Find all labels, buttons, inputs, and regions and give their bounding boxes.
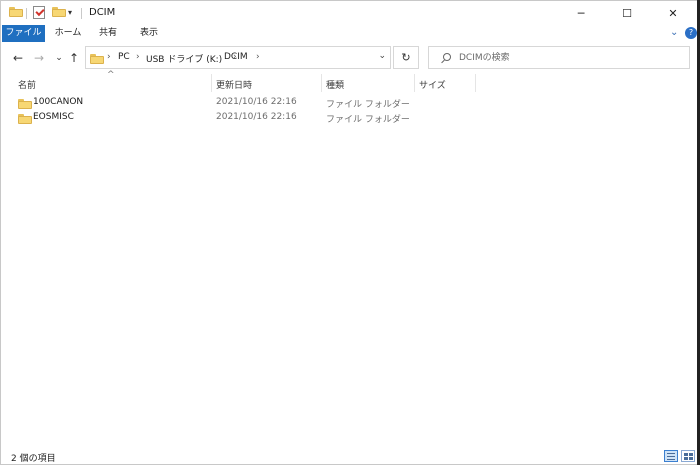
expand-ribbon-icon[interactable]: ⌄	[670, 27, 678, 38]
breadcrumb-dcim[interactable]: DCIM	[224, 52, 248, 62]
column-type[interactable]: 種類	[326, 78, 344, 91]
search-box[interactable]	[428, 46, 690, 69]
navigation-bar: ← → ⌄ ↑ › PC › USB ドライブ (K:) › DCIM › ⌄ …	[1, 46, 698, 71]
title-divider	[81, 8, 82, 19]
column-headers: ^ 名前 更新日時 種類 サイズ	[1, 70, 698, 92]
address-history-dropdown-icon[interactable]: ⌄	[378, 51, 386, 61]
title-bar[interactable]: ▾ DCIM ─ ☐ ✕	[1, 1, 698, 25]
explorer-window: ▾ DCIM ─ ☐ ✕ ファイル ホーム 共有 表示 ⌄ ? ← → ⌄ ↑ …	[0, 0, 700, 465]
up-button[interactable]: ↑	[65, 48, 83, 68]
quick-access-dropdown-icon[interactable]: ▾	[68, 8, 72, 17]
tab-home[interactable]: ホーム	[48, 25, 88, 42]
new-folder-icon[interactable]	[52, 6, 66, 17]
column-divider[interactable]	[475, 74, 476, 92]
column-name[interactable]: 名前	[18, 78, 36, 91]
tab-view[interactable]: 表示	[129, 25, 169, 42]
file-name: EOSMISC	[33, 112, 74, 122]
column-size[interactable]: サイズ	[419, 78, 446, 91]
file-name: 100CANON	[33, 97, 84, 107]
breadcrumb-separator-icon[interactable]: ›	[256, 52, 260, 62]
folder-icon	[18, 98, 32, 109]
folder-icon	[90, 53, 104, 64]
details-view-button[interactable]	[664, 450, 678, 462]
maximize-button[interactable]: ☐	[604, 1, 650, 25]
breadcrumb-pc[interactable]: PC	[118, 52, 130, 62]
file-type: ファイル フォルダー	[326, 115, 410, 125]
file-date: 2021/10/16 22:16	[216, 112, 297, 122]
search-input[interactable]	[459, 50, 679, 66]
list-item[interactable]: 100CANON 2021/10/16 22:16 ファイル フォルダー	[1, 96, 698, 111]
properties-icon[interactable]	[33, 6, 45, 19]
breadcrumb-separator-icon[interactable]: ›	[107, 52, 111, 62]
quick-access-divider	[26, 8, 27, 19]
folder-icon	[9, 6, 23, 17]
status-bar: 2 個の項目	[1, 448, 698, 465]
large-icons-view-button[interactable]	[681, 450, 695, 462]
column-date-modified[interactable]: 更新日時	[216, 78, 252, 91]
tab-file[interactable]: ファイル	[2, 25, 45, 42]
column-divider[interactable]	[211, 74, 212, 92]
file-date: 2021/10/16 22:16	[216, 97, 297, 107]
item-count: 2 個の項目	[11, 454, 56, 464]
address-bar[interactable]: › PC › USB ドライブ (K:) › DCIM › ⌄	[85, 46, 391, 69]
search-icon	[443, 53, 451, 61]
file-type: ファイル フォルダー	[326, 100, 410, 110]
tab-share[interactable]: 共有	[90, 25, 126, 42]
forward-button[interactable]: →	[30, 48, 48, 68]
help-icon[interactable]: ?	[685, 27, 697, 39]
close-button[interactable]: ✕	[650, 1, 696, 25]
column-divider[interactable]	[414, 74, 415, 92]
refresh-button[interactable]: ↻	[393, 46, 419, 69]
ribbon-tabs: ファイル ホーム 共有 表示 ⌄ ?	[1, 25, 698, 42]
sort-ascending-icon: ^	[107, 70, 115, 80]
breadcrumb-usb-drive[interactable]: USB ドライブ (K:)	[146, 52, 222, 65]
folder-icon	[18, 113, 32, 124]
minimize-button[interactable]: ─	[558, 1, 604, 25]
breadcrumb-separator-icon[interactable]: ›	[136, 52, 140, 62]
back-button[interactable]: ←	[9, 48, 27, 68]
list-item[interactable]: EOSMISC 2021/10/16 22:16 ファイル フォルダー	[1, 111, 698, 126]
column-divider[interactable]	[321, 74, 322, 92]
window-title: DCIM	[89, 7, 116, 18]
